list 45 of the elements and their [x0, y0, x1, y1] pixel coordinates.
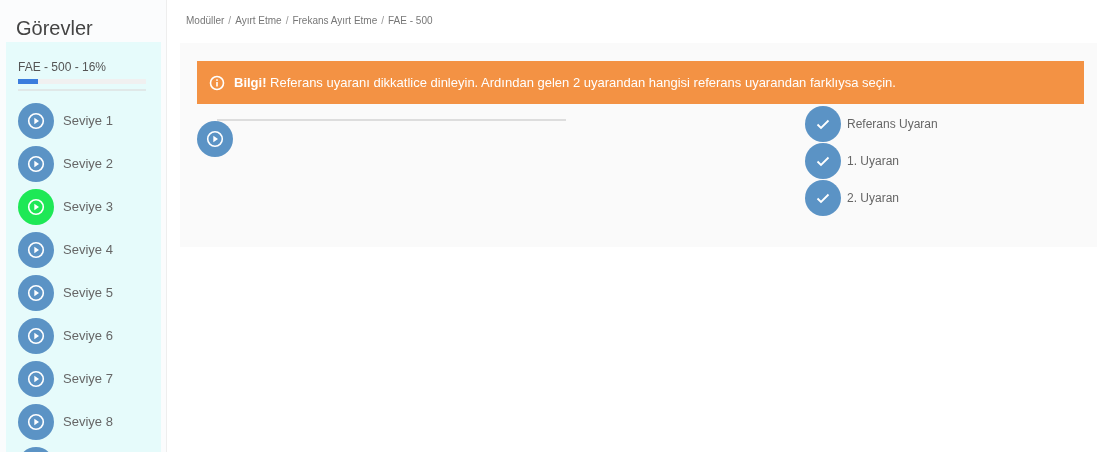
- info-icon: [209, 74, 225, 91]
- breadcrumb-link[interactable]: Frekans Ayırt Etme: [292, 13, 378, 28]
- play-icon: [27, 241, 45, 259]
- play-icon: [27, 284, 45, 302]
- play-icon: [27, 198, 45, 216]
- play-icon: [27, 370, 45, 388]
- level-label: Seviye 4: [63, 241, 113, 260]
- check-icon: [816, 192, 830, 204]
- play-icon: [27, 112, 45, 130]
- progress-label: FAE - 500 - 16%: [18, 59, 108, 76]
- level-label: Seviye 7: [63, 370, 113, 389]
- level-button[interactable]: [18, 318, 54, 354]
- play-icon: [27, 155, 45, 173]
- level-label: Seviye 1: [63, 112, 113, 131]
- level-button[interactable]: [18, 146, 54, 182]
- breadcrumb-separator: /: [228, 14, 232, 28]
- level-button[interactable]: [18, 404, 54, 440]
- stimulus-button[interactable]: [805, 180, 841, 216]
- stimulus-label: 2. Uyaran: [847, 190, 900, 207]
- breadcrumb-separator: /: [381, 14, 385, 28]
- level-label: Seviye 5: [63, 284, 113, 303]
- level-label: Seviye 3: [63, 198, 113, 217]
- level-button[interactable]: [18, 103, 54, 139]
- stimulus-button[interactable]: [805, 106, 841, 142]
- check-icon: [816, 118, 830, 130]
- breadcrumb-link[interactable]: Ayırt Etme: [235, 13, 282, 28]
- stimulus-button[interactable]: [805, 143, 841, 179]
- check-icon: [816, 155, 830, 167]
- level-button[interactable]: [18, 232, 54, 268]
- level-button[interactable]: [18, 275, 54, 311]
- stimulus-label: Referans Uyaran: [847, 116, 938, 133]
- level-label: Seviye 6: [63, 327, 113, 346]
- breadcrumb-link[interactable]: Modüller: [186, 13, 225, 28]
- sidebar-title: Görevler: [15, 16, 94, 41]
- play-icon: [206, 130, 224, 148]
- breadcrumb-separator: /: [285, 14, 289, 28]
- level-label: Seviye 2: [63, 155, 113, 174]
- level-label: Seviye 8: [63, 413, 113, 432]
- stimulus-label: 1. Uyaran: [847, 153, 900, 170]
- play-icon: [27, 413, 45, 431]
- alert-text: Bilgi! Referans uyaranı dikkatlice dinleyin. Ardından gelen 2 uyarandan hangisi referans uyarandan farklıysa seçin.: [234, 73, 896, 92]
- play-button[interactable]: [197, 121, 233, 157]
- level-button[interactable]: [18, 189, 54, 225]
- level-button[interactable]: [18, 361, 54, 397]
- play-icon: [27, 327, 45, 345]
